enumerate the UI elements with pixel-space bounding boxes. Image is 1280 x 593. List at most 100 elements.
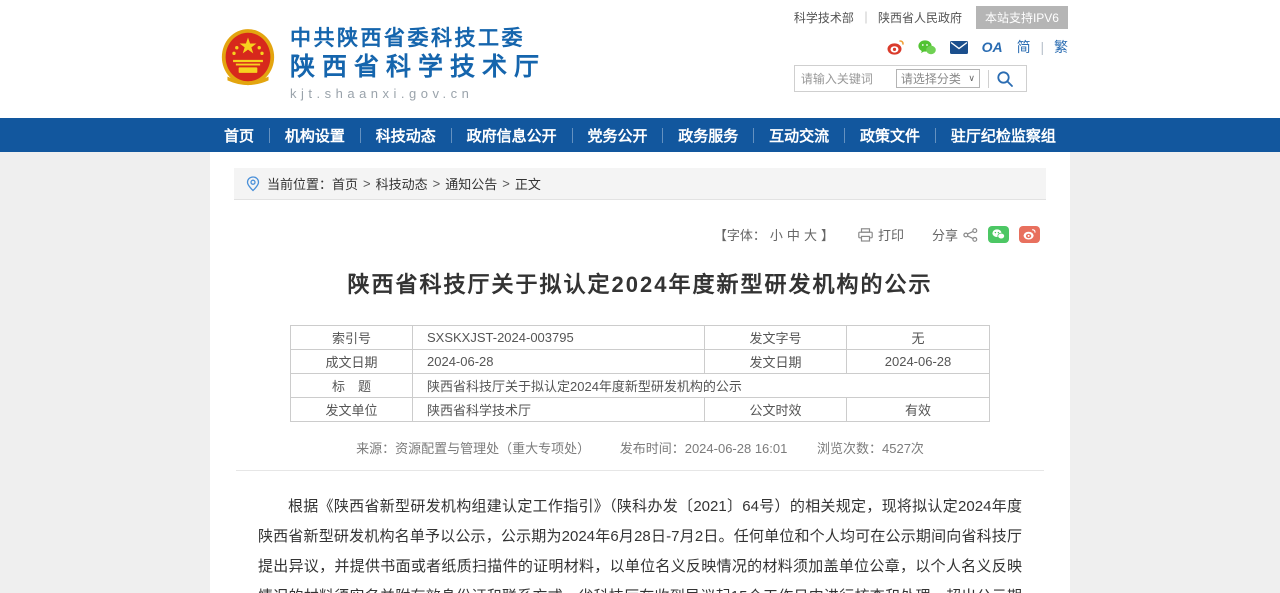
table-row: 索引号 SXSKXJST-2024-003795 发文字号 无 <box>291 326 990 350</box>
doc-title-value: 陕西省科技厅关于拟认定2024年度新型研发机构的公示 <box>413 374 990 398</box>
nav-separator <box>360 128 361 143</box>
font-size-large-button[interactable]: 大 <box>804 225 817 244</box>
table-row: 发文单位 陕西省科学技术厅 公文时效 有效 <box>291 398 990 422</box>
breadcrumb-item-notices[interactable]: 通知公告 <box>445 174 497 193</box>
site-domain: kjt.shaanxi.gov.cn <box>290 85 546 103</box>
site-header: 中共陕西省委科技工委 陕西省科学技术厅 kjt.shaanxi.gov.cn 科… <box>0 0 1280 118</box>
written-date-value: 2024-06-28 <box>413 350 705 374</box>
issue-date-value: 2024-06-28 <box>847 350 990 374</box>
validity-value: 有效 <box>847 398 990 422</box>
org-name-line2: 陕西省科学技术厅 <box>290 52 546 83</box>
nav-separator <box>662 128 663 143</box>
share-weibo-button[interactable] <box>1019 226 1040 243</box>
breadcrumb-separator: > <box>433 176 441 191</box>
share-label: 分享 <box>932 225 958 244</box>
breadcrumb-item-current: 正文 <box>515 174 541 193</box>
site-logo[interactable]: 中共陕西省委科技工委 陕西省科学技术厅 kjt.shaanxi.gov.cn <box>220 26 546 103</box>
table-row: 成文日期 2024-06-28 发文日期 2024-06-28 <box>291 350 990 374</box>
weibo-icon <box>1023 229 1036 240</box>
nav-separator <box>844 128 845 143</box>
index-number-label: 索引号 <box>291 326 413 350</box>
search-icon <box>996 70 1014 88</box>
category-select[interactable]: 请选择分类 ∨ <box>896 69 980 88</box>
breadcrumb-separator: > <box>502 176 510 191</box>
top-link-separator: ｜ <box>860 9 872 26</box>
article-source: 来源：资源配置与管理处（重大专项处） <box>356 441 590 456</box>
org-name-line1: 中共陕西省委科技工委 <box>290 26 546 52</box>
search-button[interactable] <box>996 66 1026 91</box>
validity-label: 公文时效 <box>705 398 847 422</box>
article-meta: 来源：资源配置与管理处（重大专项处） 发布时间：2024-06-28 16:01… <box>234 438 1046 457</box>
nav-item-gov-services[interactable]: 政务服务 <box>678 125 738 146</box>
category-select-value: 请选择分类 <box>901 70 961 87</box>
table-row: 标 题 陕西省科技厅关于拟认定2024年度新型研发机构的公示 <box>291 374 990 398</box>
issuer-value: 陕西省科学技术厅 <box>413 398 705 422</box>
nav-separator <box>935 128 936 143</box>
article-publish-time: 发布时间：2024-06-28 16:01 <box>620 441 788 456</box>
issuer-label: 发文单位 <box>291 398 413 422</box>
font-size-prefix: 【字体： <box>714 225 766 244</box>
wechat-icon[interactable] <box>918 40 936 55</box>
print-label: 打印 <box>878 225 904 244</box>
doc-number-value: 无 <box>847 326 990 350</box>
lang-simplified[interactable]: 简 <box>1017 39 1031 55</box>
nav-separator <box>451 128 452 143</box>
nav-item-policy-docs[interactable]: 政策文件 <box>860 125 920 146</box>
top-links-row: 科学技术部 ｜ 陕西省人民政府 本站支持IPV6 <box>794 6 1068 29</box>
lang-traditional[interactable]: 繁 <box>1054 39 1068 55</box>
social-icons-row: OA 简 | 繁 <box>794 38 1068 56</box>
font-size-medium-button[interactable]: 中 <box>787 225 800 244</box>
doc-title-label: 标 题 <box>291 374 413 398</box>
search-bar: 请选择分类 ∨ <box>794 65 1027 92</box>
email-icon[interactable] <box>950 41 968 54</box>
printer-icon <box>858 228 873 242</box>
nav-item-gov-info[interactable]: 政府信息公开 <box>467 125 557 146</box>
nav-separator <box>753 128 754 143</box>
language-switch: 简 | 繁 <box>1017 37 1068 57</box>
issue-date-label: 发文日期 <box>705 350 847 374</box>
article-toolbar: 【字体： 小 中 大 】 打印 分享 <box>234 225 1046 244</box>
nav-separator <box>572 128 573 143</box>
breadcrumb-separator: > <box>363 176 371 191</box>
link-provincial-gov[interactable]: 陕西省人民政府 <box>878 9 962 26</box>
nav-item-home[interactable]: 首页 <box>224 125 254 146</box>
breadcrumb: 当前位置： 首页 > 科技动态 > 通知公告 > 正文 <box>234 168 1046 200</box>
chevron-down-icon: ∨ <box>968 73 975 84</box>
weibo-icon[interactable] <box>887 40 904 55</box>
nav-item-discipline-inspection[interactable]: 驻厅纪检监察组 <box>951 125 1056 146</box>
doc-number-label: 发文字号 <box>705 326 847 350</box>
share-nodes-icon <box>963 228 978 242</box>
ipv6-badge: 本站支持IPV6 <box>976 6 1068 29</box>
breadcrumb-item-home[interactable]: 首页 <box>332 174 358 193</box>
main-nav: 首页 机构设置 科技动态 政府信息公开 党务公开 政务服务 互动交流 政策文件 … <box>0 118 1280 152</box>
lang-separator: | <box>1040 39 1044 55</box>
written-date-label: 成文日期 <box>291 350 413 374</box>
page-title: 陕西省科技厅关于拟认定2024年度新型研发机构的公示 <box>234 267 1046 299</box>
font-size-small-button[interactable]: 小 <box>770 225 783 244</box>
share-button[interactable]: 分享 <box>932 225 978 244</box>
national-emblem-icon <box>220 28 276 88</box>
breadcrumb-item-tech-news[interactable]: 科技动态 <box>376 174 428 193</box>
nav-item-party-affairs[interactable]: 党务公开 <box>587 125 647 146</box>
print-button[interactable]: 打印 <box>858 225 904 244</box>
index-number-value: SXSKXJST-2024-003795 <box>413 326 705 350</box>
nav-item-organization[interactable]: 机构设置 <box>285 125 345 146</box>
share-wechat-button[interactable] <box>988 226 1009 243</box>
page-background: 当前位置： 首页 > 科技动态 > 通知公告 > 正文 【字体： 小 中 大 】 <box>0 152 1280 593</box>
wechat-icon <box>992 229 1005 240</box>
content-card: 当前位置： 首页 > 科技动态 > 通知公告 > 正文 【字体： 小 中 大 】 <box>210 152 1070 593</box>
search-input[interactable] <box>795 72 896 86</box>
nav-item-interaction[interactable]: 互动交流 <box>769 125 829 146</box>
nav-item-tech-news[interactable]: 科技动态 <box>376 125 436 146</box>
location-pin-icon <box>246 176 260 192</box>
document-info-table: 索引号 SXSKXJST-2024-003795 发文字号 无 成文日期 202… <box>290 325 990 422</box>
font-size-suffix: 】 <box>821 225 834 244</box>
link-most[interactable]: 科学技术部 <box>794 9 854 26</box>
nav-separator <box>269 128 270 143</box>
oa-link[interactable]: OA <box>982 39 1003 55</box>
article-view-count: 浏览次数：4527次 <box>817 441 924 456</box>
breadcrumb-label: 当前位置： <box>267 174 332 193</box>
article-paragraph: 根据《陕西省新型研发机构组建认定工作指引》（陕科办发〔2021〕64号）的相关规… <box>258 492 1022 593</box>
article-body: 根据《陕西省新型研发机构组建认定工作指引》（陕科办发〔2021〕64号）的相关规… <box>234 471 1046 593</box>
font-size-control: 【字体： 小 中 大 】 <box>712 225 836 244</box>
